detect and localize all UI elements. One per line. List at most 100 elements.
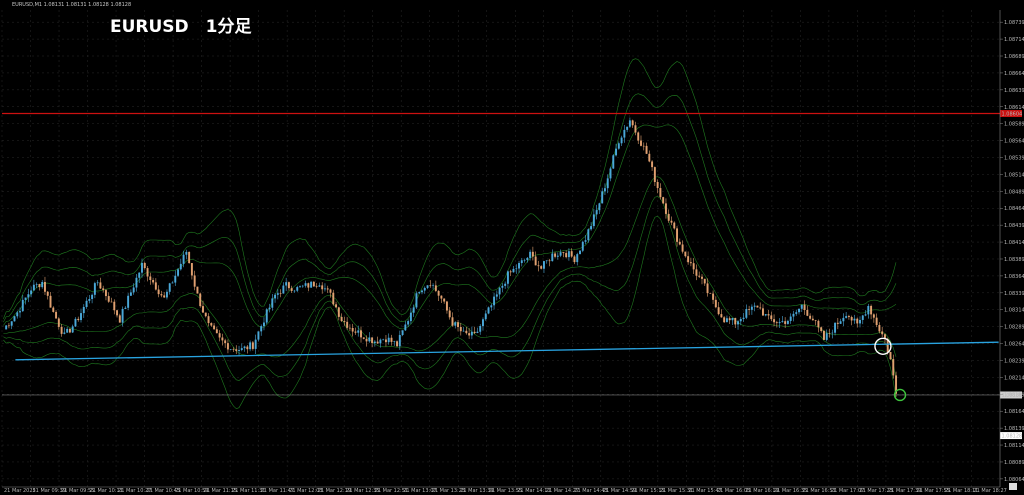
candle-body — [859, 319, 861, 324]
candle — [177, 267, 180, 278]
candle-body — [576, 254, 579, 263]
candle-body — [118, 315, 121, 323]
candle-body — [537, 265, 540, 267]
candle-body — [579, 250, 581, 255]
candle-body — [506, 271, 509, 284]
candle-body — [595, 210, 598, 215]
candle-body — [409, 312, 412, 322]
candle-body — [623, 129, 626, 138]
candle-body — [168, 283, 171, 292]
candle-body — [542, 261, 545, 269]
candle-body — [390, 337, 393, 342]
candle-body — [662, 197, 665, 204]
candle-body — [429, 285, 432, 286]
candle-body — [515, 268, 518, 270]
candle-body — [495, 294, 498, 297]
candle-body — [296, 287, 299, 291]
candle-body — [10, 321, 13, 326]
candle-body — [346, 321, 349, 328]
candle-body — [46, 291, 49, 296]
autoscroll-button[interactable] — [1009, 483, 1017, 490]
candle-body — [692, 263, 695, 270]
candle-body — [373, 341, 376, 344]
candle-body — [282, 285, 285, 294]
candle-body — [892, 359, 895, 376]
candle-body — [881, 331, 884, 335]
candle-body — [673, 222, 676, 229]
price-tick-label: 1.08464 — [1004, 206, 1024, 212]
candle-body — [814, 320, 817, 321]
candle-body — [545, 260, 548, 262]
candle-body — [800, 304, 803, 309]
symbol-info: EURUSD,M1 1.08131 1.08131 1.08128 1.0812… — [12, 2, 131, 8]
candle-body — [393, 341, 396, 342]
price-tick-label: 1.08139 — [1004, 426, 1024, 432]
candle-body — [357, 330, 360, 333]
candle-body — [803, 304, 806, 310]
candle-body — [681, 244, 684, 252]
candle — [415, 291, 418, 309]
candle-body — [188, 251, 191, 264]
candle-body — [371, 337, 374, 344]
candle-body — [396, 341, 399, 347]
candle-body — [590, 226, 593, 230]
candle-body — [487, 307, 490, 314]
candle-body — [684, 251, 687, 257]
candle-body — [459, 327, 462, 332]
candle — [312, 280, 315, 287]
candle-body — [99, 282, 102, 289]
candle-body — [570, 251, 573, 257]
candle-body — [825, 333, 828, 340]
candle-body — [640, 140, 642, 146]
candle-body — [104, 290, 107, 297]
candle-body — [484, 313, 487, 320]
candle-body — [160, 294, 163, 296]
candle-body — [113, 301, 116, 311]
candle-body — [587, 229, 590, 241]
candle — [612, 154, 615, 170]
candle-body — [312, 281, 315, 287]
candle — [13, 315, 16, 322]
price-tick-label: 1.08414 — [1004, 240, 1024, 246]
candle-body — [556, 255, 559, 257]
candle-body — [703, 278, 706, 284]
candle-body — [91, 294, 94, 299]
candle-body — [734, 317, 737, 325]
candle-body — [867, 305, 870, 315]
candle-body — [834, 322, 837, 333]
candle-body — [143, 262, 146, 269]
candle-body — [321, 285, 324, 290]
price-tick-label: 1.08564 — [1004, 139, 1024, 145]
candle-body — [822, 330, 825, 340]
candle-body — [5, 325, 8, 330]
price-tick-label: 1.08539 — [1004, 155, 1024, 161]
candle-body — [96, 282, 99, 284]
candle-body — [329, 289, 332, 293]
candle-body — [190, 263, 193, 276]
candle-body — [279, 293, 282, 294]
candle-body — [603, 188, 606, 192]
candle-body — [246, 346, 249, 350]
candle-body — [678, 241, 681, 245]
candle-body — [384, 339, 387, 343]
candle-body — [32, 284, 35, 291]
candle-body — [249, 342, 252, 350]
candle-body — [853, 318, 856, 321]
candle-body — [723, 317, 726, 323]
candle — [188, 251, 191, 264]
candle-body — [728, 318, 731, 321]
candle-body — [232, 349, 235, 350]
candle-body — [748, 309, 751, 310]
candle-body — [287, 282, 290, 289]
candle-body — [85, 300, 88, 307]
candle-body — [149, 276, 152, 281]
candle-body — [340, 316, 343, 321]
candle-body — [41, 282, 44, 288]
candle-body — [468, 333, 471, 336]
candle-body — [285, 282, 288, 286]
candle-body — [415, 293, 418, 308]
candle-body — [88, 298, 91, 301]
candle-body — [714, 299, 717, 308]
candle-body — [659, 188, 662, 198]
candle-body — [57, 318, 60, 327]
